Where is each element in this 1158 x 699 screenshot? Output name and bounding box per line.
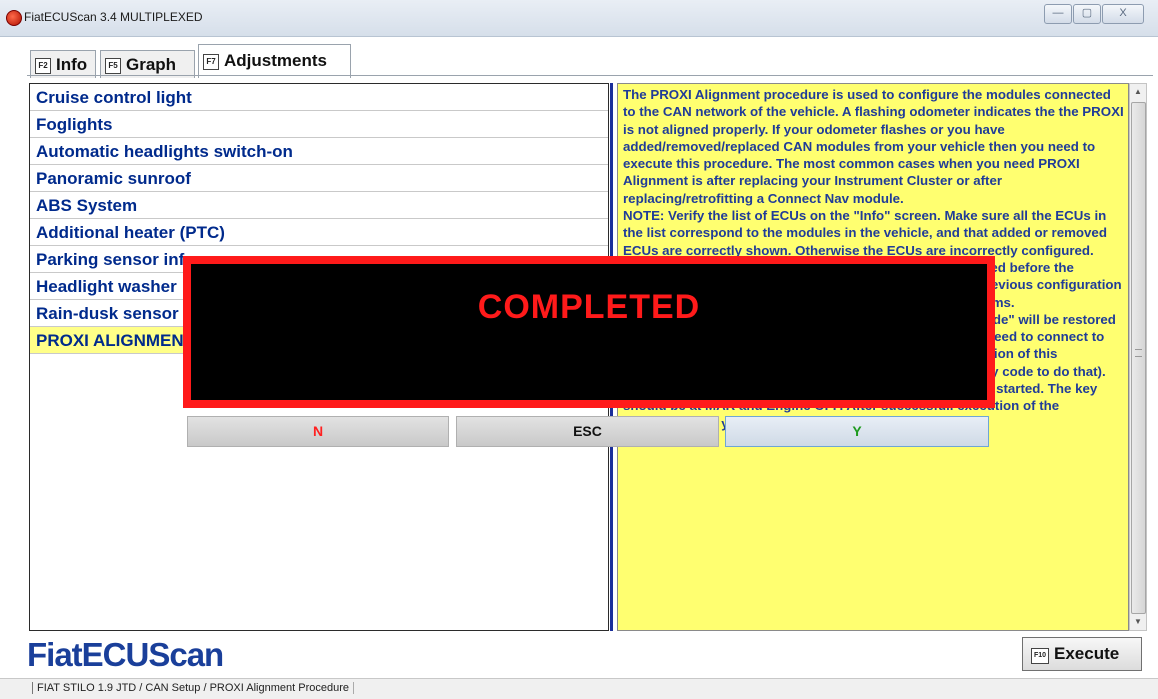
no-button[interactable]: N — [187, 416, 449, 447]
list-item[interactable]: Foglights — [30, 111, 608, 138]
scroll-grip-icon — [1135, 349, 1142, 357]
app-icon — [6, 10, 22, 26]
close-button[interactable]: X — [1102, 4, 1144, 24]
yes-button[interactable]: Y — [725, 416, 989, 447]
f7-key-icon: F7 — [203, 54, 219, 70]
escape-button[interactable]: ESC — [456, 416, 719, 447]
execute-button[interactable]: F10 Execute — [1022, 637, 1142, 671]
list-item[interactable]: Panoramic sunroof — [30, 165, 608, 192]
f5-key-icon: F5 — [105, 58, 121, 74]
f10-key-icon: F10 — [1031, 648, 1049, 664]
tab-graph[interactable]: F5 Graph — [100, 50, 195, 78]
tab-info-label: Info — [56, 55, 88, 74]
tab-info[interactable]: F2 Info — [30, 50, 96, 78]
maximize-button[interactable]: ▢ — [1073, 4, 1101, 24]
window-title: FiatECUScan 3.4 MULTIPLEXED — [24, 10, 203, 24]
title-bar: FiatECUScan 3.4 MULTIPLEXED — ▢ X — [0, 0, 1158, 37]
tab-adjustments[interactable]: F7 Adjustments — [198, 44, 351, 78]
scroll-thumb[interactable] — [1131, 102, 1146, 614]
scroll-down-icon[interactable]: ▼ — [1130, 614, 1146, 630]
app-logo: FiatECUScan — [27, 636, 224, 673]
status-text: FIAT STILO 1.9 JTD / CAN Setup / PROXI A… — [32, 682, 354, 694]
list-item[interactable]: Automatic headlights switch-on — [30, 138, 608, 165]
minimize-button[interactable]: — — [1044, 4, 1072, 24]
list-item[interactable]: ABS System — [30, 192, 608, 219]
dialog-message: COMPLETED — [477, 288, 701, 326]
description-scrollbar[interactable]: ▲ ▼ — [1129, 83, 1147, 631]
execute-label: Execute — [1054, 644, 1120, 663]
list-item[interactable]: Additional heater (PTC) — [30, 219, 608, 246]
list-item[interactable]: Cruise control light — [30, 84, 608, 111]
f2-key-icon: F2 — [35, 58, 51, 74]
tab-adjustments-label: Adjustments — [224, 51, 327, 70]
completion-dialog: COMPLETED — [183, 256, 995, 408]
tab-graph-label: Graph — [126, 55, 177, 74]
scroll-up-icon[interactable]: ▲ — [1130, 84, 1146, 100]
